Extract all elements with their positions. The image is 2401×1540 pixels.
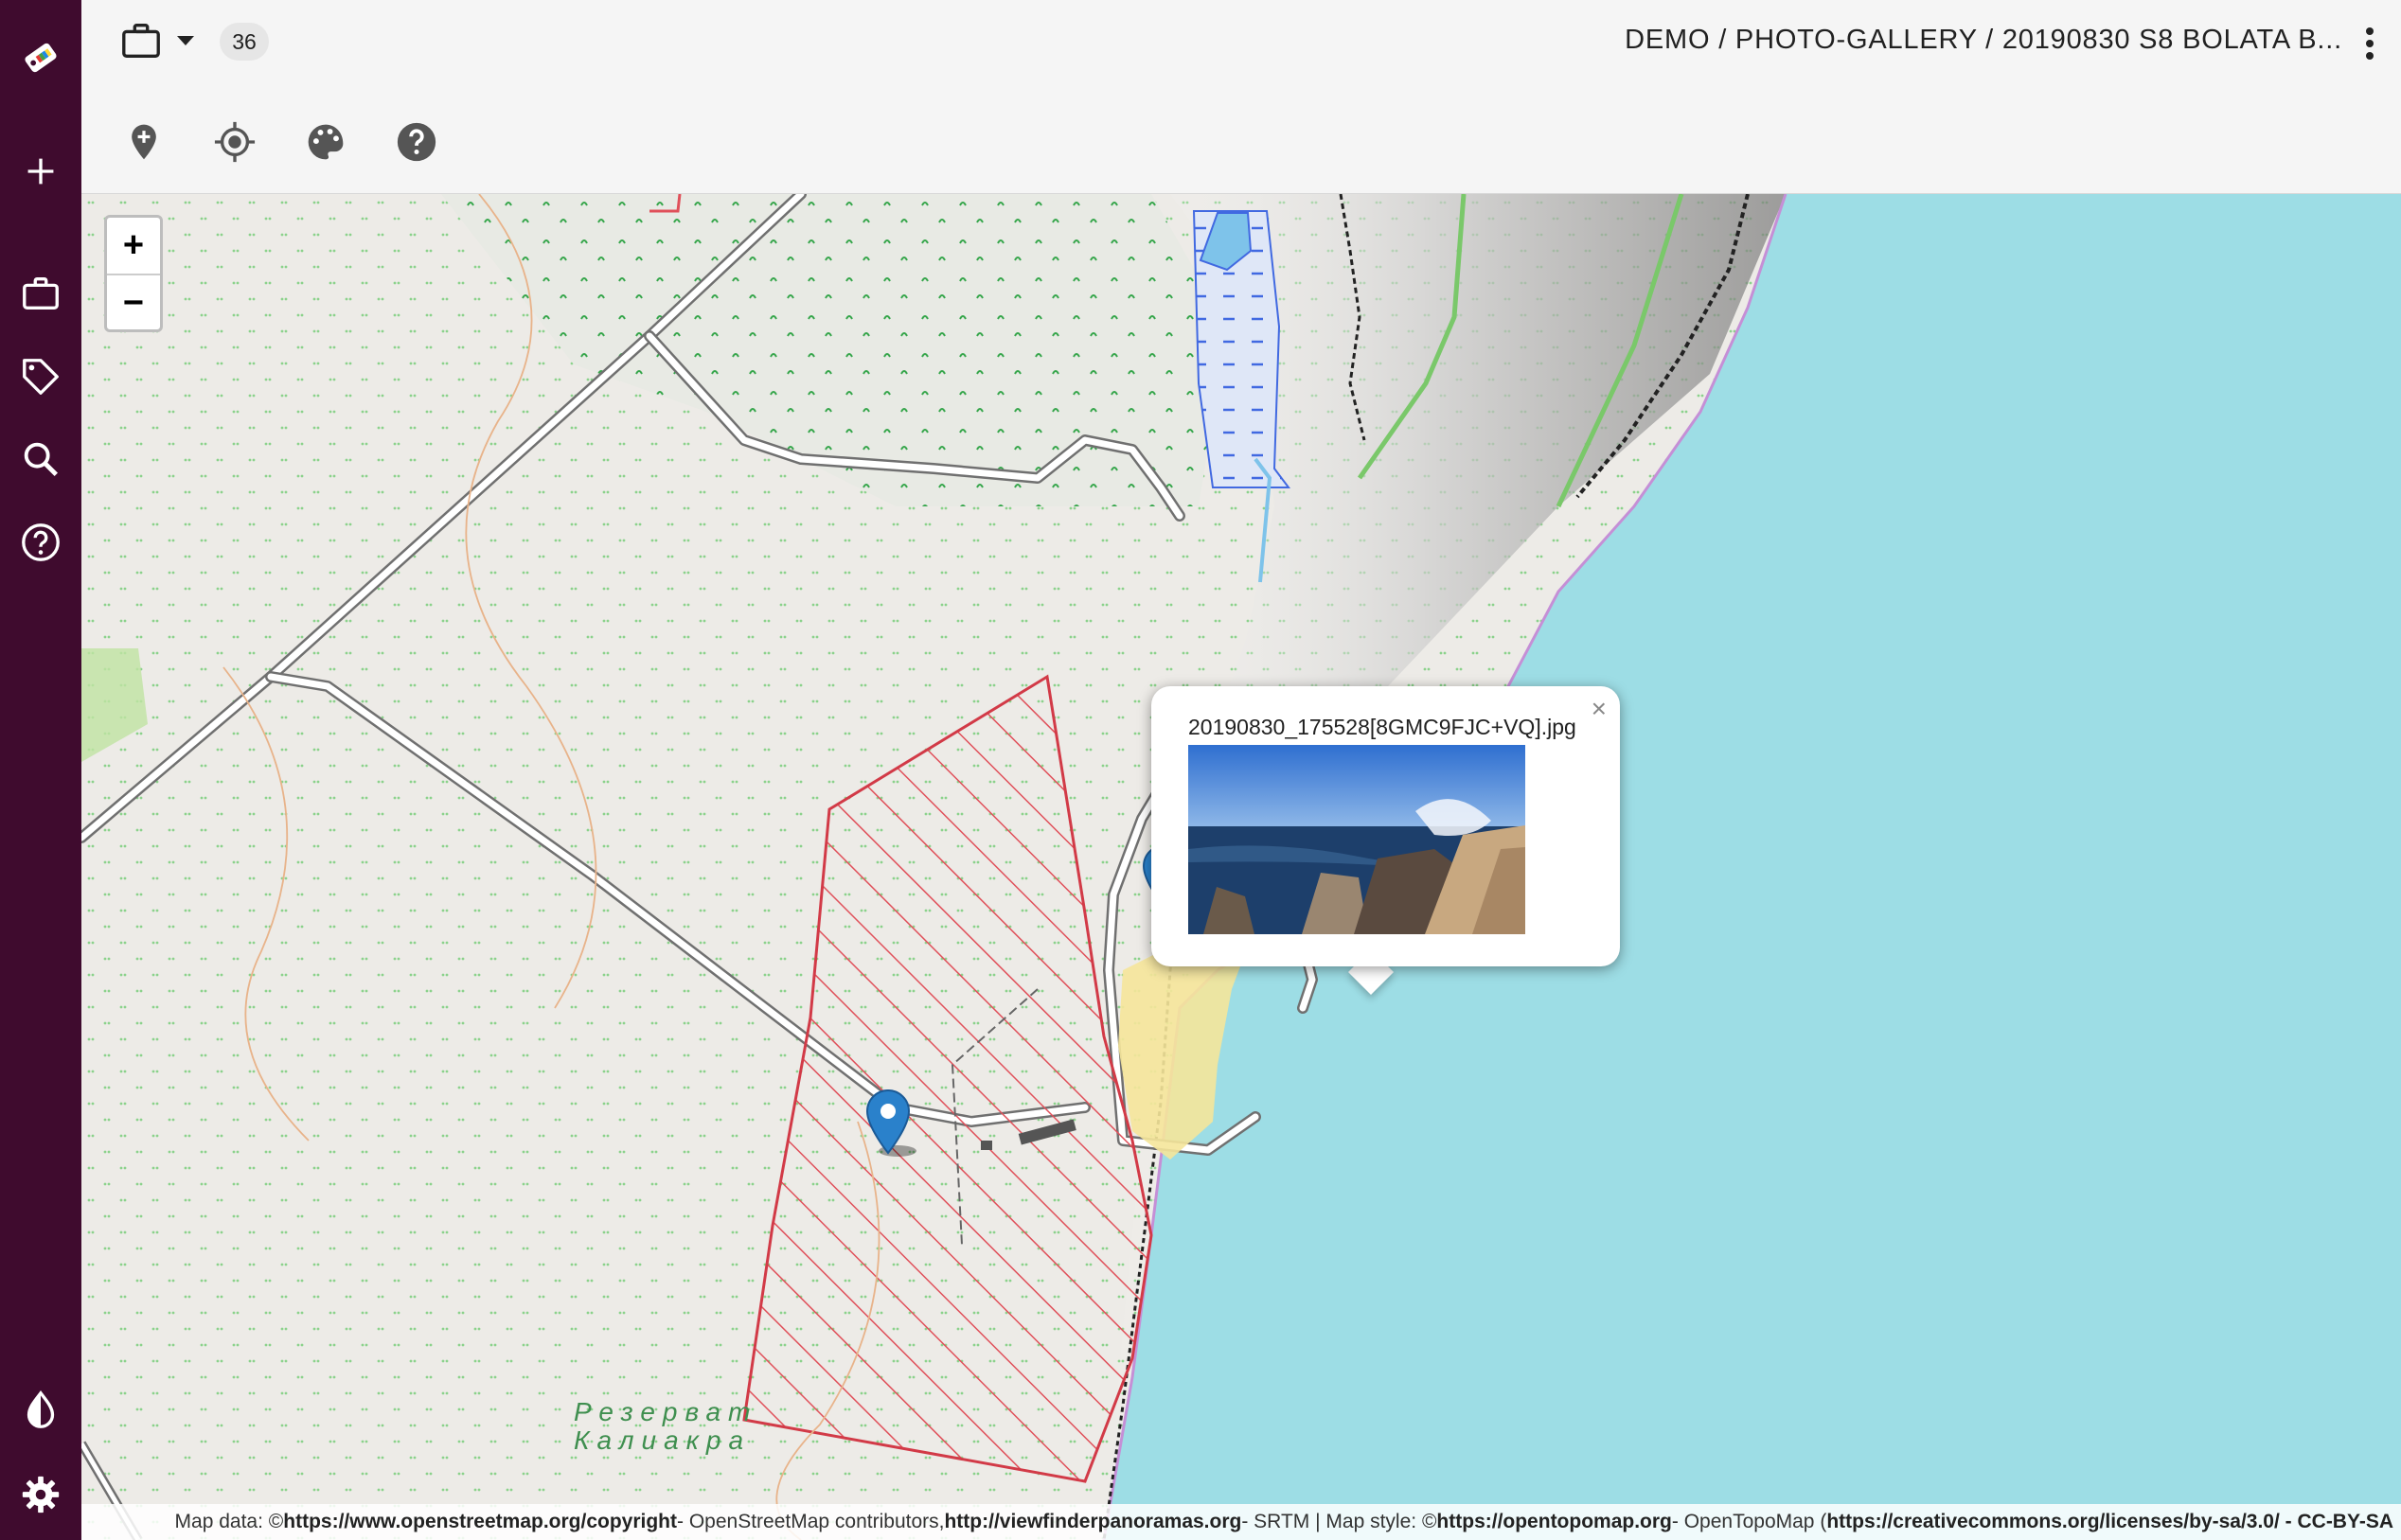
item-count-badge: 36 bbox=[220, 23, 269, 61]
attribution-link[interactable]: https://www.openstreetmap.org/copyright bbox=[283, 1511, 677, 1533]
briefcase-icon[interactable] bbox=[119, 19, 163, 62]
help-icon[interactable] bbox=[17, 519, 64, 566]
reserve-label-line-1: Резерват bbox=[574, 1397, 758, 1426]
app-logo-icon[interactable] bbox=[17, 34, 64, 81]
caret-down-icon[interactable] bbox=[174, 28, 197, 51]
attribution-link[interactable]: https://creativecommons.org/licenses/by-… bbox=[1826, 1511, 2393, 1533]
breadcrumb: DEMO / PHOTO-GALLERY / 20190830 S8 BOLAT… bbox=[1625, 25, 2342, 55]
zoom-in-button[interactable]: + bbox=[107, 218, 160, 274]
photo-thumbnail[interactable] bbox=[1188, 745, 1525, 934]
attribution-text: Map data: © bbox=[174, 1511, 284, 1532]
contrast-icon[interactable] bbox=[17, 1387, 64, 1434]
zoom-out-button[interactable]: − bbox=[107, 274, 160, 329]
map-view[interactable]: Резерват Калиакра + − × 20190830_175528[… bbox=[81, 194, 2401, 1540]
attribution-text: - OpenStreetMap contributors, bbox=[677, 1511, 945, 1532]
search-icon[interactable] bbox=[17, 435, 64, 483]
map-marker[interactable] bbox=[863, 1089, 920, 1169]
attribution-link[interactable]: https://opentopomap.org bbox=[1436, 1511, 1671, 1533]
reserve-label: Резерват Калиакра bbox=[574, 1398, 757, 1455]
add-location-icon[interactable] bbox=[119, 117, 169, 167]
briefcase-icon[interactable] bbox=[17, 270, 64, 317]
sidebar bbox=[0, 0, 81, 1540]
add-icon[interactable] bbox=[17, 148, 64, 195]
tag-icon[interactable] bbox=[17, 353, 64, 400]
help-circle-icon[interactable] bbox=[392, 117, 441, 167]
popup-title: 20190830_175528[8GMC9FJC+VQ].jpg bbox=[1188, 715, 1576, 739]
reserve-label-line-2: Калиакра bbox=[574, 1425, 752, 1455]
attribution-link[interactable]: http://viewfinderpanoramas.org bbox=[944, 1511, 1241, 1533]
my-location-icon[interactable] bbox=[210, 117, 259, 167]
settings-icon[interactable] bbox=[17, 1471, 64, 1518]
top-bar: 36 DEMO / PHOTO-GALLERY / 20190830 S8 BO… bbox=[81, 0, 2401, 194]
zoom-control: + − bbox=[104, 215, 163, 332]
palette-icon[interactable] bbox=[301, 117, 350, 167]
map-attribution: Map data: © https://www.openstreetmap.or… bbox=[81, 1504, 2401, 1540]
more-vert-icon[interactable] bbox=[2356, 25, 2384, 62]
attribution-text: - OpenTopoMap ( bbox=[1671, 1511, 1827, 1532]
popup-close-button[interactable]: × bbox=[1592, 694, 1607, 724]
attribution-text: - SRTM | Map style: © bbox=[1241, 1511, 1437, 1532]
photo-popup: × 20190830_175528[8GMC9FJC+VQ].jpg bbox=[1151, 686, 1620, 966]
